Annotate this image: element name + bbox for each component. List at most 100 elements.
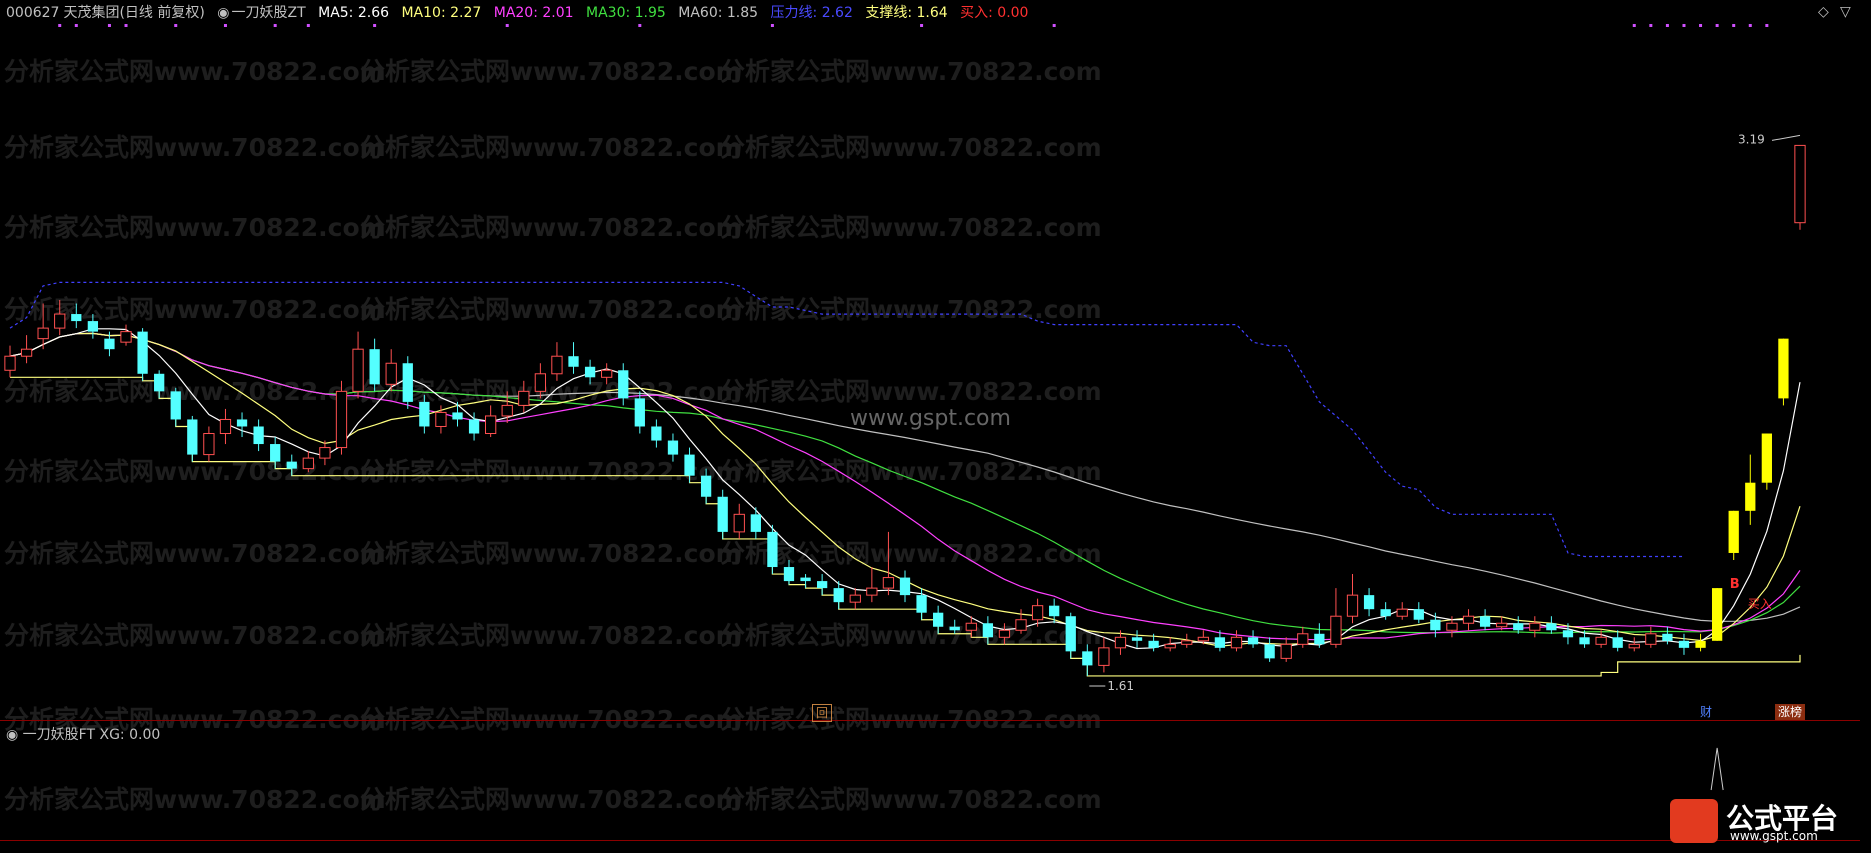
candle-body bbox=[816, 581, 828, 589]
indicator-dot bbox=[1632, 24, 1636, 27]
candle-body bbox=[219, 418, 232, 435]
candle-body bbox=[1529, 622, 1541, 631]
cai-badge[interactable]: 财 bbox=[1697, 704, 1715, 720]
candle-body bbox=[1479, 616, 1491, 627]
candle-body bbox=[385, 362, 397, 385]
candle-body bbox=[634, 398, 645, 427]
candle-body bbox=[551, 355, 563, 375]
candle-body bbox=[1264, 644, 1275, 659]
candle-body bbox=[518, 390, 530, 406]
candle-body bbox=[1612, 637, 1623, 648]
panel-divider-bottom bbox=[0, 840, 1860, 841]
candle-body bbox=[667, 440, 679, 455]
candle-body bbox=[1645, 633, 1657, 645]
candle-body bbox=[534, 373, 547, 392]
candle-body bbox=[1280, 643, 1292, 659]
hui-badge[interactable]: 回 bbox=[812, 704, 833, 722]
pressure-line bbox=[9, 281, 1684, 558]
candle-body bbox=[1513, 623, 1524, 631]
candle-body bbox=[286, 461, 297, 469]
limit-up-list-badge[interactable]: 涨榜 bbox=[1775, 704, 1806, 720]
candle-body bbox=[270, 444, 281, 462]
candle-body bbox=[601, 369, 613, 378]
buy-marker: 买入 bbox=[1748, 597, 1772, 611]
candle-body bbox=[618, 370, 629, 399]
candle-body bbox=[1546, 623, 1557, 631]
brand-logo: 公式平台 www.gspt.com bbox=[1670, 795, 1860, 847]
candle-body bbox=[104, 338, 115, 350]
sub-settings-circle-icon[interactable]: ◉ bbox=[6, 727, 18, 743]
indicator-dot bbox=[1765, 24, 1769, 27]
candle-body bbox=[1314, 633, 1325, 645]
candle-body bbox=[1678, 640, 1690, 648]
candle-body bbox=[1662, 633, 1673, 641]
candle-body bbox=[1396, 608, 1408, 617]
brand-url: www.gspt.com bbox=[1730, 829, 1818, 843]
candle-body bbox=[1761, 433, 1772, 483]
candle-body bbox=[187, 419, 198, 455]
ma-lines bbox=[9, 281, 1801, 677]
candle-body bbox=[1230, 636, 1243, 649]
candle-body bbox=[1745, 482, 1756, 511]
candle-body bbox=[1728, 510, 1739, 553]
candle-body bbox=[750, 514, 761, 532]
low-price-label: 1.61 bbox=[1107, 679, 1134, 693]
high-price-arrow bbox=[1771, 134, 1801, 141]
candle-body bbox=[435, 411, 447, 427]
candle-body bbox=[369, 349, 380, 385]
indicator-dot bbox=[1699, 24, 1703, 27]
candle-body bbox=[1496, 622, 1508, 628]
candle-body bbox=[1049, 605, 1060, 617]
candle-body bbox=[1595, 636, 1607, 645]
candle-body bbox=[452, 412, 463, 420]
candle-body bbox=[733, 513, 745, 533]
panel-divider-top bbox=[0, 720, 1860, 721]
candle-body bbox=[1015, 619, 1027, 631]
indicator-dot bbox=[1665, 24, 1669, 27]
kline-plot[interactable]: 3.19 1.61 B 买入 www.gspt.com bbox=[0, 0, 1871, 853]
sub-indicator-name[interactable]: 一刀妖股FT bbox=[23, 727, 95, 743]
candle-body bbox=[402, 363, 413, 402]
candle-body bbox=[1247, 637, 1259, 645]
candle-body bbox=[684, 454, 695, 476]
candle-body bbox=[982, 623, 994, 638]
candle-body bbox=[1098, 647, 1110, 666]
candle-body bbox=[37, 327, 49, 340]
candle-body bbox=[54, 313, 66, 329]
candle-body bbox=[1164, 643, 1176, 649]
candle-body bbox=[1695, 640, 1706, 648]
sub-indicator-header: ◉ 一刀妖股FT XG: 0.00 bbox=[6, 725, 160, 745]
candle-body bbox=[1446, 622, 1458, 631]
candle-body bbox=[1330, 615, 1342, 645]
candle-body bbox=[1131, 637, 1143, 641]
candle-body bbox=[866, 587, 878, 596]
candle-body bbox=[1082, 651, 1093, 666]
candle-body bbox=[154, 373, 165, 392]
candle-body bbox=[71, 314, 82, 322]
candle-body bbox=[1794, 144, 1806, 224]
indicator-dot bbox=[1748, 24, 1752, 27]
candle-body bbox=[783, 567, 795, 582]
candle-body bbox=[1628, 643, 1640, 649]
candle-body bbox=[120, 331, 132, 343]
candle-body bbox=[849, 594, 861, 603]
candle-body bbox=[949, 626, 960, 631]
candle-body bbox=[965, 622, 977, 631]
indicator-dots bbox=[58, 24, 1769, 27]
candle-body bbox=[1065, 616, 1076, 652]
candle-body bbox=[1214, 637, 1226, 648]
indicator-dot bbox=[306, 24, 310, 27]
indicator-dot bbox=[638, 24, 642, 27]
candle-body bbox=[87, 321, 99, 332]
candle-body bbox=[1363, 595, 1375, 610]
candle-body bbox=[717, 496, 728, 532]
candle-body bbox=[1430, 619, 1441, 631]
b-marker: B bbox=[1730, 577, 1740, 592]
candle-body bbox=[916, 595, 927, 613]
candle-body bbox=[352, 348, 364, 392]
candle-body bbox=[1462, 615, 1475, 624]
chart-window: 分析家公式网www.70822.com 分析家公式网www.70822.com 分析… bbox=[0, 0, 1871, 853]
annotations: 3.19 1.61 B 买入 www.gspt.com bbox=[850, 132, 1801, 791]
xg-value: XG: 0.00 bbox=[99, 727, 161, 743]
candle-body bbox=[1297, 633, 1309, 645]
